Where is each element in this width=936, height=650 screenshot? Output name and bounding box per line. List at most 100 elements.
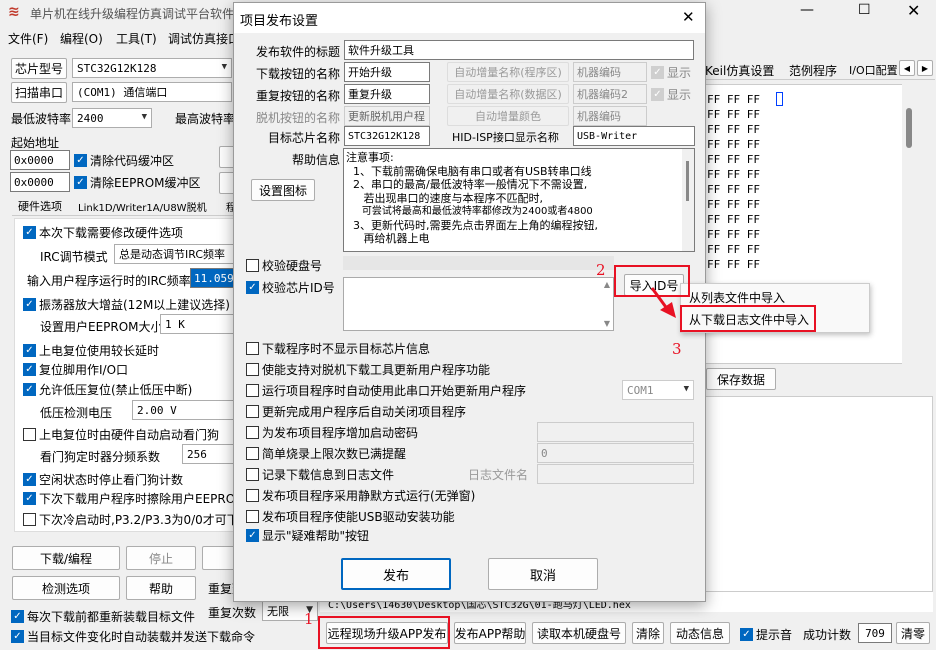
title-input[interactable]: 软件升级工具 xyxy=(344,40,694,60)
scroll-down-icon[interactable]: ▼ xyxy=(604,319,610,328)
irc-mode-select[interactable]: 总是动态调节IRC频率 xyxy=(114,244,236,264)
clear-eeprom-checkbox[interactable]: ✓ 清除EEPROM缓冲区 xyxy=(74,174,201,191)
target-chip-label: 目标芯片名称 xyxy=(268,131,341,145)
hex-scrollbar[interactable] xyxy=(902,84,918,364)
set-icon-button[interactable]: 设置图标 xyxy=(251,179,315,201)
scan-port-button[interactable]: 扫描串口 xyxy=(11,82,67,103)
opt-modify-hw[interactable]: ✓ 本次下载需要修改硬件选项 xyxy=(23,224,183,241)
opt-auto-port[interactable]: 运行项目程序时自动使用此串口开始更新用户程序 xyxy=(246,382,526,399)
wdt-div-select[interactable]: 256 xyxy=(182,444,236,464)
opt-password[interactable]: 为发布项目程序增加启动密码 xyxy=(246,424,418,441)
scroll-left-icon[interactable]: ◀ xyxy=(899,60,915,76)
beep-checkbox[interactable]: ✓ 提示音 xyxy=(740,626,792,643)
opt-limit-reminder[interactable]: 简单烧录上限次数已满提醒 xyxy=(246,445,406,462)
hid-input[interactable]: USB-Writer xyxy=(573,126,695,146)
opt-reload[interactable]: ✓ 每次下载前都重新装载目标文件 xyxy=(11,608,195,625)
eeprom-size-select[interactable]: 1 K xyxy=(160,314,236,334)
addr2-input[interactable]: 0x0000 xyxy=(10,172,70,192)
inc-prog-button[interactable]: 自动增量名称(程序区) xyxy=(447,62,569,82)
reset-count-button[interactable]: 清零 xyxy=(896,622,930,644)
opt-auto-close[interactable]: 更新完成用户程序后自动关闭项目程序 xyxy=(246,403,466,420)
tab-link1d[interactable]: Link1D/Writer1A/U8W脱机 xyxy=(78,199,207,214)
help-button[interactable]: 帮助 xyxy=(126,576,196,600)
machine-code1-input[interactable]: 机器编码 xyxy=(573,62,647,82)
opt-reset-delay[interactable]: ✓ 上电复位使用较长延时 xyxy=(23,342,159,359)
opt-log-file[interactable]: 记录下载信息到日志文件 xyxy=(246,466,394,483)
read-disk-button[interactable]: 读取本机硬盘号 xyxy=(532,622,626,644)
opt-reset-io[interactable]: ✓ 复位脚用作I/O口 xyxy=(23,361,128,378)
machine-code3-input[interactable]: 机器编码 xyxy=(573,106,647,126)
scroll-up-icon[interactable]: ▲ xyxy=(604,280,610,289)
password-input[interactable] xyxy=(537,422,694,442)
menu-tools[interactable]: 工具(T) xyxy=(116,30,157,47)
addr1-input[interactable]: 0x0000 xyxy=(10,150,70,170)
irc-freq-input[interactable]: 11.0592 xyxy=(190,268,236,288)
help-info-textarea[interactable]: 注意事项: 1、下载前需确保电脑有串口或者有USB转串口线 2、串口的最高/最低… xyxy=(343,148,695,252)
dialog-close-icon[interactable]: ✕ xyxy=(682,8,695,26)
menu-import-list[interactable]: 从列表文件中导入 xyxy=(689,289,785,306)
clear-button[interactable]: 清除 xyxy=(632,622,664,644)
cancel-button[interactable]: 取消 xyxy=(488,558,598,590)
minimize-icon[interactable]: — xyxy=(800,2,814,18)
check-disk-label: 校验硬盘号 xyxy=(262,259,323,273)
option-label: 记录下载信息到日志文件 xyxy=(262,468,395,482)
scroll-right-icon[interactable]: ▶ xyxy=(917,60,933,76)
help-scrollbar[interactable] xyxy=(682,149,694,251)
stop-button[interactable]: 停止 xyxy=(126,546,196,570)
offline-btn-input[interactable]: 更新脱机用户程 xyxy=(344,106,430,126)
window-title: 单片机在线升级编程仿真调试平台软件 xyxy=(30,7,235,21)
opt-wdt[interactable]: 上电复位时由硬件自动启动看门狗 xyxy=(23,426,219,443)
tab-keil[interactable]: Keil仿真设置 xyxy=(705,62,774,79)
download-btn-input[interactable]: 开始升级 xyxy=(344,62,430,82)
target-chip-input[interactable]: STC32G12K128 xyxy=(344,126,430,146)
opt-lvr[interactable]: ✓ 允许低压复位(禁止低压中断) xyxy=(23,381,192,398)
publish-button[interactable]: 发布 xyxy=(341,558,451,590)
publish-help-button[interactable]: 发布APP帮助 xyxy=(454,622,526,644)
download-button[interactable]: 下载/编程 xyxy=(12,546,120,570)
dynamic-info-button[interactable]: 动态信息 xyxy=(670,622,730,644)
menu-debug[interactable]: 调试仿真接口 xyxy=(168,30,240,47)
tab-examples[interactable]: 范例程序 xyxy=(789,62,837,79)
opt-offline-update[interactable]: 使能支持对脱机下载工具更新用户程序功能 xyxy=(246,361,490,378)
lvd-select[interactable]: 2.00 V xyxy=(132,400,236,420)
inc-data-button[interactable]: 自动增量名称(数据区) xyxy=(447,84,569,104)
chip-type-button[interactable]: 芯片型号 xyxy=(11,58,67,79)
port-select[interactable]: (COM1) 通信端口 xyxy=(72,82,232,102)
inc-color-button[interactable]: 自动增量颜色 xyxy=(447,106,569,126)
repeat-btn-input[interactable]: 重复升级 xyxy=(344,84,430,104)
min-baud-select[interactable]: 2400 ▼ xyxy=(72,108,152,128)
limit-input[interactable]: 0 xyxy=(537,443,694,463)
close-window-icon[interactable]: ✕ xyxy=(907,1,920,20)
com-select[interactable]: COM1 ▼ xyxy=(622,380,694,400)
log-name-input[interactable] xyxy=(537,464,694,484)
save-data-button[interactable]: 保存数据 xyxy=(706,368,776,390)
download-btn-label: 下载按钮的名称 xyxy=(256,67,341,81)
extra-button[interactable] xyxy=(202,546,236,570)
opt-silent[interactable]: 发布项目程序采用静默方式运行(无弹窗) xyxy=(246,487,475,504)
show1-checkbox[interactable]: ✓ 显示 xyxy=(651,64,691,81)
annotation-number: 1 xyxy=(304,610,314,628)
chip-select[interactable]: STC32G12K128 ▼ xyxy=(72,58,232,78)
maximize-icon[interactable]: ☐ xyxy=(858,2,871,18)
disk-id-field[interactable] xyxy=(343,256,614,270)
chip-id-textarea[interactable]: ▲ ▼ xyxy=(343,277,614,331)
machine-code2-input[interactable]: 机器编码2 xyxy=(573,84,647,104)
log-area[interactable] xyxy=(703,396,933,592)
opt-erase-eeprom[interactable]: ✓ 下次下载用户程序时擦除用户EEPROM xyxy=(23,490,246,507)
opt-help-button[interactable]: ✓ 显示"疑难帮助"按钮 xyxy=(246,527,369,544)
check-disk-checkbox[interactable]: 校验硬盘号 xyxy=(246,257,322,274)
opt-autosend[interactable]: ✓ 当目标文件变化时自动装载并发送下载命令 xyxy=(11,628,255,645)
opt-usb-driver[interactable]: 发布项目程序使能USB驱动安装功能 xyxy=(246,508,455,525)
opt-p32[interactable]: 下次冷启动时,P3.2/P3.3为0/0才可下 xyxy=(23,511,239,528)
clear-code-checkbox[interactable]: ✓ 清除代码缓冲区 xyxy=(74,152,174,169)
opt-idle-wdt[interactable]: ✓ 空闲状态时停止看门狗计数 xyxy=(23,471,183,488)
tab-io[interactable]: I/O口配置 xyxy=(849,62,898,78)
opt-no-chip-info[interactable]: 下载程序时不显示目标芯片信息 xyxy=(246,340,430,357)
tab-hardware[interactable]: 硬件选项 xyxy=(18,198,62,214)
check-chip-checkbox[interactable]: ✓ 校验芯片ID号 xyxy=(246,279,335,296)
opt-osc-gain[interactable]: ✓ 振荡器放大增益(12M以上建议选择) xyxy=(23,296,230,313)
menu-file[interactable]: 文件(F) xyxy=(8,30,48,47)
check-options-button[interactable]: 检测选项 xyxy=(12,576,120,600)
show2-checkbox[interactable]: ✓ 显示 xyxy=(651,86,691,103)
menu-program[interactable]: 编程(O) xyxy=(60,30,103,47)
